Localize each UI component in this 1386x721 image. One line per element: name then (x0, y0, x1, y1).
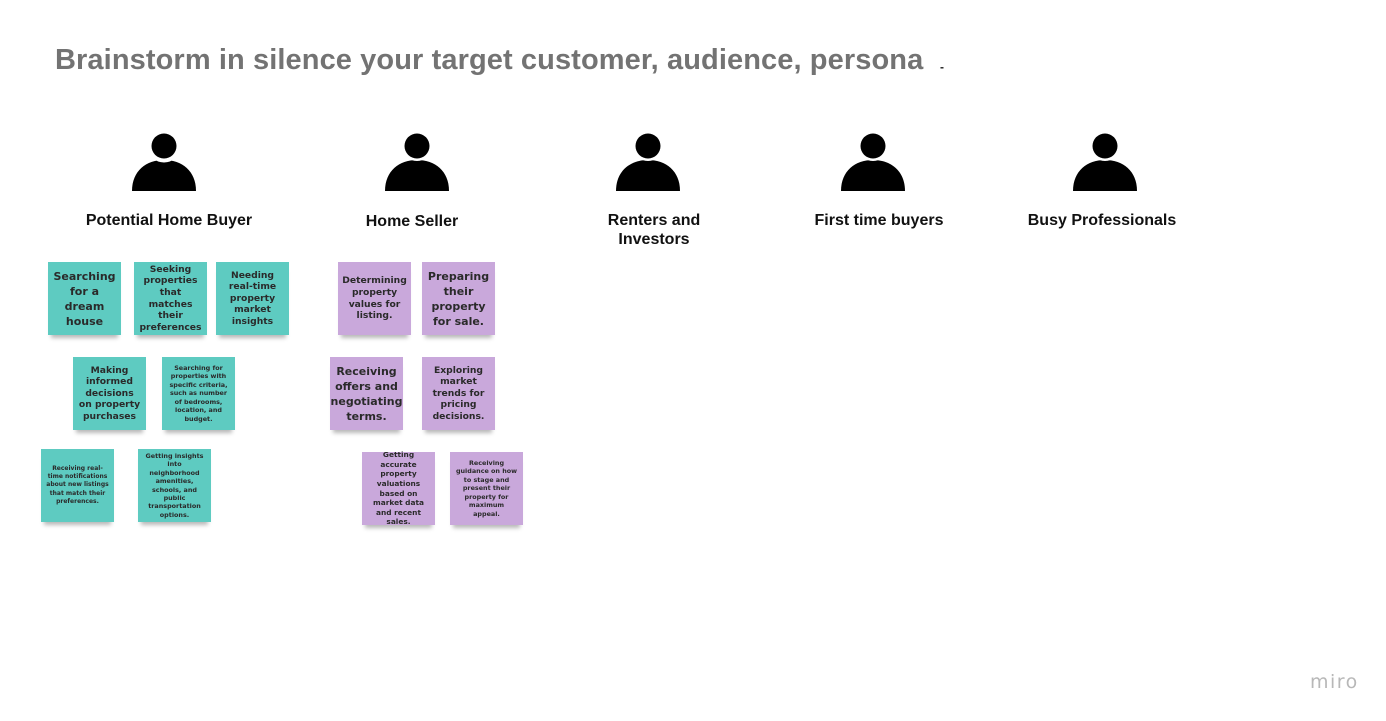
person-icon (841, 133, 905, 191)
persona-label-first-time-buyers: First time buyers (814, 212, 944, 229)
person-icon (132, 133, 196, 191)
person-icon (385, 133, 449, 191)
persona-label-home-seller: Home Seller (365, 213, 459, 230)
sticky-note[interactable]: Seeking properties that matches their pr… (134, 262, 207, 335)
sticky-note[interactable]: Receiving offers and negotiating terms. (330, 357, 403, 430)
sticky-note[interactable]: Getting insights into neighborhood ameni… (138, 449, 211, 522)
persona-label-busy-professionals: Busy Professionals (1027, 212, 1177, 229)
sticky-note[interactable]: Preparing their property for sale. (422, 262, 495, 335)
sticky-note[interactable]: Getting accurate property valuations bas… (362, 450, 435, 526)
sticky-note[interactable]: Determining property values for listing. (338, 262, 411, 335)
sticky-note[interactable]: Receiving real-time notifications about … (41, 449, 114, 522)
sticky-note[interactable]: Searching for properties with specific c… (162, 357, 235, 430)
person-icon (616, 133, 680, 191)
sticky-note[interactable]: Exploring market trends for pricing deci… (422, 357, 495, 430)
persona-label-renters-investors: Renters and Investors (607, 212, 701, 248)
board-title: Brainstorm in silence your target custom… (55, 44, 924, 76)
title-marker: - (940, 60, 944, 74)
miro-logo: miro (1310, 671, 1359, 693)
person-icon (1073, 133, 1137, 191)
sticky-note[interactable]: Making informed decisions on property pu… (73, 357, 146, 430)
persona-label-home-buyer: Potential Home Buyer (85, 212, 253, 229)
sticky-note[interactable]: Needing real-time property market insigh… (216, 262, 289, 335)
sticky-note[interactable]: Receiving guidance on how to stage and p… (450, 452, 523, 525)
sticky-note[interactable]: Searching for a dream house (48, 262, 121, 335)
